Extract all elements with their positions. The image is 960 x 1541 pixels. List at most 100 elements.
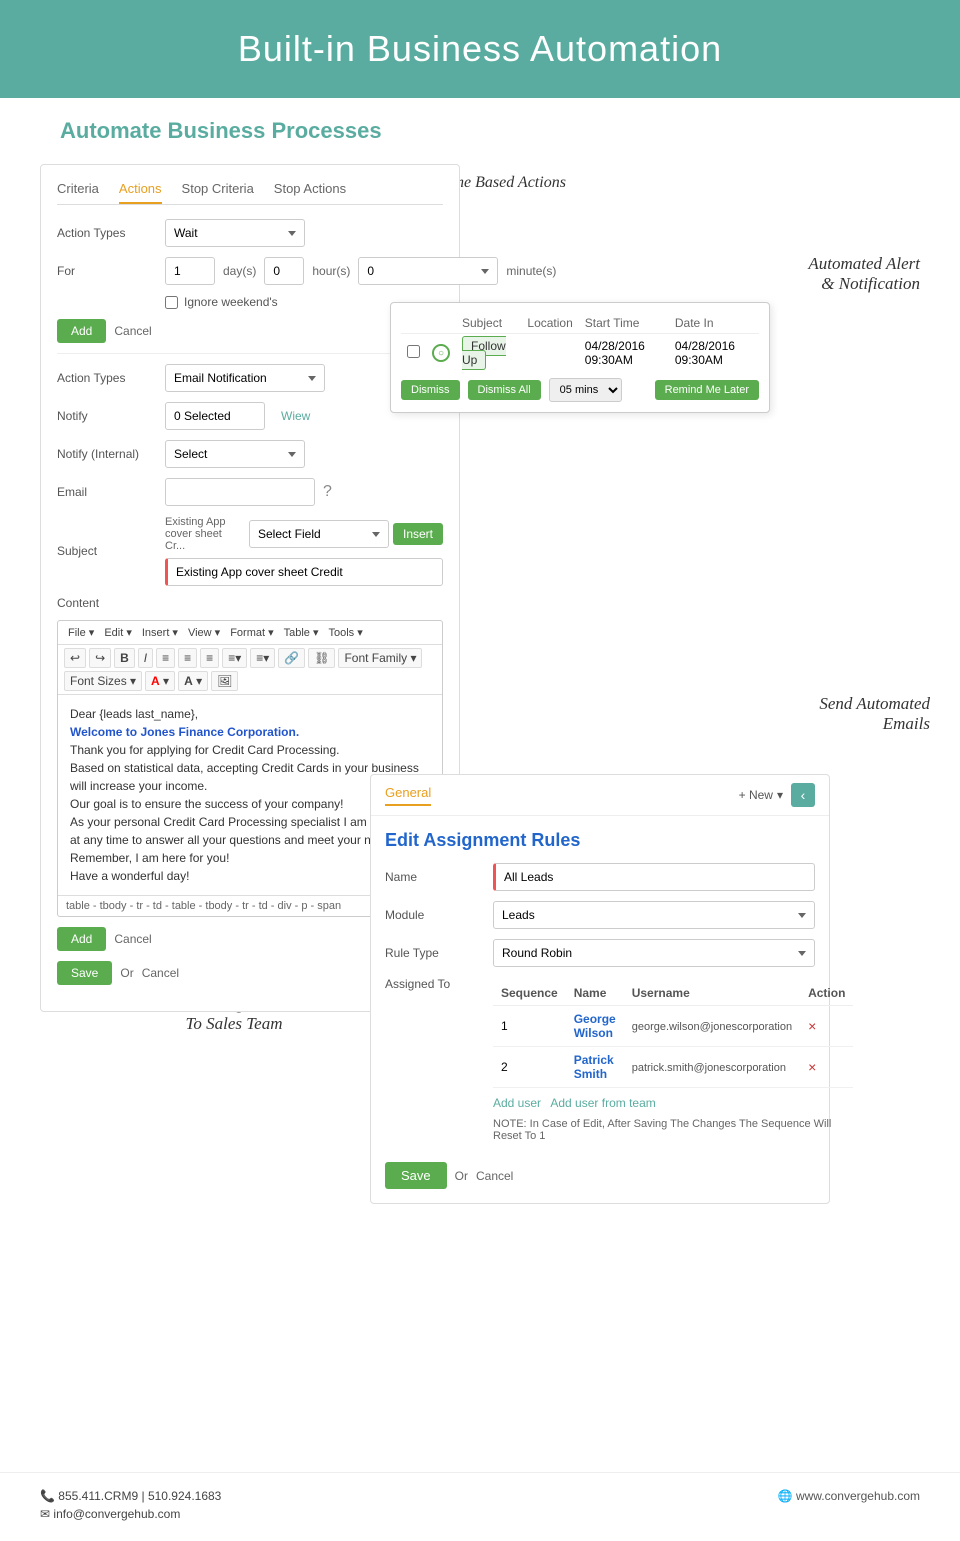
- notify-internal-label: Notify (Internal): [57, 447, 157, 461]
- globe-icon: 🌐: [778, 1489, 793, 1503]
- note-text: NOTE: In Case of Edit, After Saving The …: [493, 1118, 853, 1142]
- card-header: General + New ▾ ‹: [371, 775, 829, 816]
- unlink-btn[interactable]: ⛓: [308, 648, 335, 668]
- view-link[interactable]: Wiew: [281, 409, 310, 423]
- user-name-1: George Wilson: [566, 1006, 624, 1047]
- link-btn[interactable]: 🔗: [278, 648, 305, 668]
- save-button[interactable]: Save: [57, 961, 112, 985]
- cancel-button-1[interactable]: Cancel: [114, 324, 151, 338]
- notify-input[interactable]: [165, 402, 265, 430]
- list-btn[interactable]: ≡▾: [222, 648, 247, 668]
- table-row: 1 George Wilson george.wilson@jonescorpo…: [493, 1006, 853, 1047]
- new-btn-arrow: ▾: [777, 788, 783, 802]
- assigned-to-label: Assigned To: [385, 977, 485, 991]
- tab-actions[interactable]: Actions: [119, 181, 162, 204]
- italic-btn[interactable]: I: [138, 648, 153, 668]
- hour-unit: hour(s): [312, 264, 350, 278]
- remind-button[interactable]: Remind Me Later: [655, 380, 759, 400]
- menu-format[interactable]: Format ▾: [226, 624, 277, 641]
- notif-table: Subject Location Start Time Date In ○ Fo…: [401, 313, 759, 372]
- footer-phone: 📞 855.411.CRM9 | 510.924.1683: [40, 1489, 221, 1503]
- align-center-btn[interactable]: ≡: [178, 648, 197, 668]
- seq-2: 2: [493, 1047, 566, 1088]
- rule-type-select[interactable]: Round Robin: [493, 939, 815, 967]
- tab-bar: Criteria Actions Stop Criteria Stop Acti…: [57, 181, 443, 205]
- seq-1: 1: [493, 1006, 566, 1047]
- footer-separator: |: [141, 1489, 144, 1503]
- subject-input[interactable]: [165, 558, 443, 586]
- footer-email: ✉ info@convergehub.com: [40, 1507, 221, 1521]
- minute-select[interactable]: 0: [358, 257, 498, 285]
- action-types-row: Action Types Wait: [57, 219, 443, 247]
- ordered-list-btn[interactable]: ≡▾: [250, 648, 275, 668]
- module-label: Module: [385, 908, 485, 922]
- phone-icon: 📞: [40, 1489, 55, 1503]
- module-select[interactable]: Leads: [493, 901, 815, 929]
- email-label: Email: [57, 485, 157, 499]
- rule-type-row: Rule Type Round Robin: [385, 939, 815, 967]
- undo-btn[interactable]: ↩: [64, 648, 86, 668]
- email-input[interactable]: [165, 478, 315, 506]
- align-left-btn[interactable]: ≡: [156, 648, 175, 668]
- assigned-table: Sequence Name Username Action 1 George W…: [493, 981, 853, 1088]
- insert-button[interactable]: Insert: [393, 523, 443, 545]
- align-right-btn[interactable]: ≡: [200, 648, 219, 668]
- menu-tools[interactable]: Tools ▾: [324, 624, 366, 641]
- ignore-weekends-checkbox[interactable]: [165, 296, 178, 309]
- cancel-button-3[interactable]: Cancel: [142, 966, 179, 980]
- notify-label: Notify: [57, 409, 157, 423]
- card-save-button[interactable]: Save: [385, 1162, 447, 1189]
- notif-row-icon: ○: [426, 334, 456, 373]
- notification-popup: Subject Location Start Time Date In ○ Fo…: [390, 302, 770, 413]
- mins-select[interactable]: 05 mins: [549, 378, 622, 402]
- for-hours-input[interactable]: [264, 257, 304, 285]
- user-name-2: Patrick Smith: [566, 1047, 624, 1088]
- dismiss-all-button[interactable]: Dismiss All: [468, 380, 541, 400]
- bg-color-btn[interactable]: A ▾: [178, 671, 208, 691]
- tab-stop-criteria[interactable]: Stop Criteria: [182, 181, 254, 204]
- new-button[interactable]: + New ▾: [739, 788, 783, 802]
- dismiss-button[interactable]: Dismiss: [401, 380, 460, 400]
- notif-row-checkbox[interactable]: [401, 334, 426, 373]
- help-icon[interactable]: ?: [323, 483, 332, 501]
- assigned-to-row: Assigned To Sequence Name Username Actio…: [385, 977, 815, 1152]
- menu-table[interactable]: Table ▾: [280, 624, 323, 641]
- notify-internal-select[interactable]: Select: [165, 440, 305, 468]
- tab-stop-actions[interactable]: Stop Actions: [274, 181, 346, 204]
- action-1[interactable]: ×: [800, 1006, 853, 1047]
- action-types-label-2: Action Types: [57, 371, 157, 385]
- card-tab-general[interactable]: General: [385, 785, 431, 806]
- menu-insert[interactable]: Insert ▾: [138, 624, 182, 641]
- action-types-select-2[interactable]: Email Notification: [165, 364, 325, 392]
- cancel-button-2[interactable]: Cancel: [114, 932, 151, 946]
- add-button-2[interactable]: Add: [57, 927, 106, 951]
- subject-label: Subject: [57, 544, 157, 558]
- font-color-btn[interactable]: A ▾: [145, 671, 175, 691]
- font-family-btn[interactable]: Font Family ▾: [338, 648, 422, 668]
- image-btn[interactable]: 🖼: [211, 671, 238, 691]
- redo-btn[interactable]: ↪: [89, 648, 111, 668]
- name-input[interactable]: [493, 863, 815, 891]
- card-cancel-button[interactable]: Cancel: [476, 1169, 513, 1183]
- tab-criteria[interactable]: Criteria: [57, 181, 99, 204]
- notif-start-time: 04/28/2016 09:30AM: [579, 334, 669, 373]
- card-body: Edit Assignment Rules Name Module Leads …: [371, 816, 829, 1203]
- bold-btn[interactable]: B: [114, 648, 135, 668]
- footer-email-text: info@convergehub.com: [53, 1507, 180, 1521]
- menu-edit[interactable]: Edit ▾: [100, 624, 136, 641]
- editor-line2: Welcome to Jones Finance Corporation.: [70, 723, 430, 741]
- nav-back-button[interactable]: ‹: [791, 783, 815, 807]
- add-button-1[interactable]: Add: [57, 319, 106, 343]
- font-size-btn[interactable]: Font Sizes ▾: [64, 671, 142, 691]
- add-team-link[interactable]: Add user from team: [550, 1096, 655, 1110]
- action-types-select[interactable]: Wait: [165, 219, 305, 247]
- add-user-link[interactable]: Add user: [493, 1096, 541, 1110]
- name-row: Name: [385, 863, 815, 891]
- menu-file[interactable]: File ▾: [64, 624, 98, 641]
- menu-view[interactable]: View ▾: [184, 624, 224, 641]
- notif-location: [521, 334, 578, 373]
- col-location: Location: [521, 313, 578, 334]
- action-2[interactable]: ×: [800, 1047, 853, 1088]
- for-days-input[interactable]: [165, 257, 215, 285]
- select-field-dropdown[interactable]: Select Field: [249, 520, 389, 548]
